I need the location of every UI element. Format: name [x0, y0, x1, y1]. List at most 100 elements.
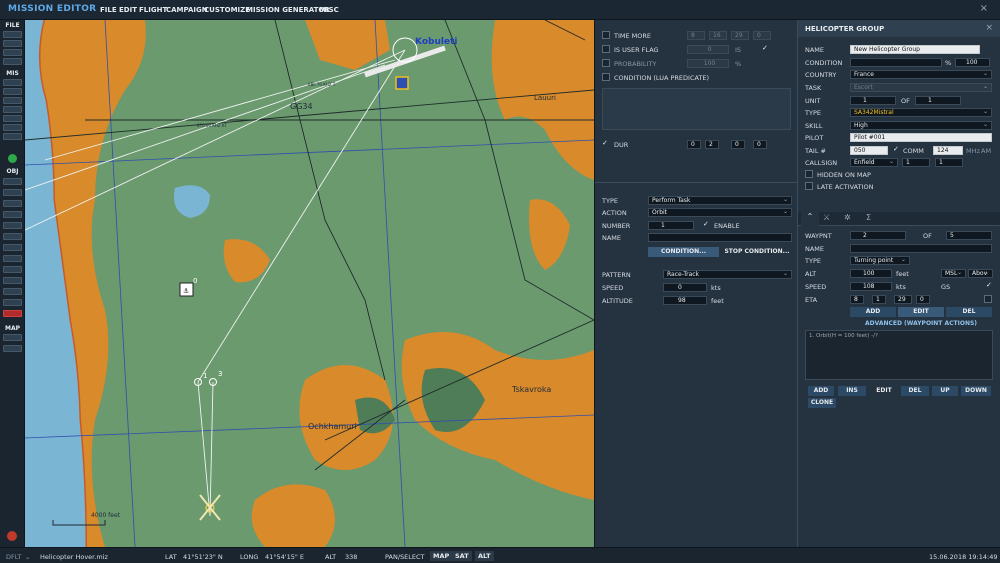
task-speed-stepper[interactable]: 0 — [663, 283, 707, 292]
new-file-button[interactable] — [3, 31, 22, 38]
eta-m[interactable]: 29 — [894, 295, 912, 304]
sat-mode-button[interactable]: SAT — [452, 551, 472, 561]
menu-campaign[interactable]: CAMPAIGN — [166, 6, 208, 14]
menu-edit[interactable]: EDIT — [119, 6, 137, 14]
enable-check-icon[interactable]: ✓ — [703, 220, 709, 228]
condition-lua-checkbox[interactable] — [602, 73, 610, 81]
dur-s[interactable]: 0 — [753, 140, 767, 149]
checkmark-icon[interactable]: ✓ — [762, 44, 768, 52]
dur-h[interactable]: 2 — [705, 140, 719, 149]
comm-input[interactable]: 124 — [933, 146, 963, 155]
menu-misc[interactable]: MISC — [319, 6, 339, 14]
mis-tool-6-button[interactable] — [3, 124, 22, 131]
open-file-button[interactable] — [3, 40, 22, 47]
time-more-checkbox[interactable] — [602, 31, 610, 39]
map-ruler-button[interactable] — [3, 334, 22, 341]
menu-customize[interactable]: CUSTOMIZE — [204, 6, 250, 14]
obj-goals-button[interactable] — [3, 288, 22, 295]
waypoint-name-input[interactable] — [850, 244, 992, 253]
pattern-select[interactable]: Race-Track — [663, 270, 792, 279]
tail-input[interactable]: 050 — [850, 146, 888, 155]
eta-lock-checkbox[interactable] — [984, 295, 992, 303]
waypoint-del-button[interactable]: DEL — [946, 307, 992, 317]
chevron-down-icon[interactable]: ⌄ — [25, 553, 30, 561]
action-add-button[interactable]: ADD — [808, 386, 834, 396]
mis-tool-1-button[interactable] — [3, 79, 22, 86]
unit-type-select[interactable]: SA342Mistral — [850, 108, 992, 117]
mis-tool-7-button[interactable] — [3, 133, 22, 140]
time-more-d[interactable]: 8 — [687, 31, 705, 40]
tab-summary-icon[interactable]: Σ — [866, 213, 871, 222]
waypoint-add-button[interactable]: ADD — [850, 307, 896, 317]
waypoint-select[interactable]: 2 — [850, 231, 906, 240]
eta-h[interactable]: 1 — [872, 295, 886, 304]
mis-tool-2-button[interactable] — [3, 88, 22, 95]
action-clone-button[interactable]: CLONE — [808, 398, 836, 408]
country-select[interactable]: France — [850, 70, 992, 79]
is-user-flag-checkbox[interactable] — [602, 45, 610, 53]
mis-tool-3-button[interactable] — [3, 97, 22, 104]
obj-trigger-zone-button[interactable] — [3, 244, 22, 251]
close-icon[interactable]: × — [980, 3, 988, 14]
alt-mode-select[interactable]: Abov — [968, 269, 993, 278]
alt-ref-select[interactable]: MSL — [941, 269, 966, 278]
action-select[interactable]: Orbit — [648, 208, 792, 217]
callsign-num-2[interactable]: 1 — [935, 158, 963, 167]
save-as-button[interactable] — [3, 58, 22, 65]
eta-s[interactable]: 0 — [916, 295, 930, 304]
record-icon[interactable] — [7, 531, 17, 541]
action-up-button[interactable]: UP — [932, 386, 958, 396]
map-mode-button[interactable]: MAP — [430, 551, 453, 561]
lua-predicate-textarea[interactable] — [602, 88, 791, 130]
callsign-select[interactable]: Enfield — [850, 158, 898, 167]
actions-list[interactable]: 1. Orbit(H = 100 feet) -/? — [805, 330, 993, 380]
obj-airdefense-button[interactable] — [3, 233, 22, 240]
unit-of-stepper[interactable]: 1 — [915, 96, 961, 105]
globe-icon[interactable] — [8, 154, 17, 163]
obj-static-button[interactable] — [3, 222, 22, 229]
probability-checkbox[interactable] — [602, 59, 610, 67]
group-condition-input[interactable] — [850, 58, 942, 67]
action-edit-button[interactable]: EDIT — [870, 386, 898, 396]
task-name-input[interactable] — [648, 233, 792, 242]
obj-briefing-button[interactable] — [3, 277, 22, 284]
advanced-actions-button[interactable]: ADVANCED (WAYPOINT ACTIONS) — [850, 319, 992, 329]
eta-d[interactable]: 8 — [850, 295, 864, 304]
obj-triggers-button[interactable] — [3, 299, 22, 306]
task-type-select[interactable]: Perform Task — [648, 196, 792, 205]
condition-button[interactable]: CONDITION... — [648, 247, 719, 257]
stop-condition-button[interactable]: STOP CONDITION... — [722, 247, 792, 257]
number-stepper[interactable]: 1 — [648, 221, 694, 230]
menu-flight[interactable]: FLIGHT — [139, 6, 167, 14]
task-altitude-stepper[interactable]: 98 — [663, 296, 707, 305]
obj-remove-button[interactable] — [3, 310, 22, 317]
dur-check-icon[interactable]: ✓ — [602, 139, 608, 147]
obj-helicopter-button[interactable] — [3, 189, 22, 196]
dur-d[interactable]: 0 — [687, 140, 701, 149]
action-list-item[interactable]: 1. Orbit(H = 100 feet) -/? — [806, 331, 992, 341]
panel-close-icon[interactable]: × — [985, 23, 993, 33]
tab-route-icon[interactable]: ⌃ — [801, 212, 819, 226]
obj-template-button[interactable] — [3, 266, 22, 273]
alt-mode-button[interactable]: ALT — [475, 551, 494, 561]
group-task-select[interactable]: Escort — [850, 83, 992, 92]
mis-tool-4-button[interactable] — [3, 106, 22, 113]
waypoint-type-select[interactable]: Turning point — [850, 256, 910, 265]
mis-tool-5-button[interactable] — [3, 115, 22, 122]
group-name-input[interactable]: New Helicopter Group — [850, 45, 980, 54]
menu-file[interactable]: FILE — [100, 6, 117, 14]
save-file-button[interactable] — [3, 49, 22, 56]
comm-check-icon[interactable]: ✓ — [893, 145, 899, 153]
tab-payload-icon[interactable]: ⚔ — [823, 213, 830, 222]
map-view[interactable]: ⚓ 0 1 3 Kobuleti GG34 Lauuri Tskavroka O… — [25, 20, 594, 547]
action-ins-button[interactable]: INS — [838, 386, 866, 396]
obj-ship-button[interactable] — [3, 200, 22, 207]
time-more-m[interactable]: 29 — [731, 31, 749, 40]
gs-check-icon[interactable]: ✓ — [986, 281, 992, 289]
unit-stepper[interactable]: 1 — [850, 96, 896, 105]
menu-mission-generator[interactable]: MISSION GENERATOR — [246, 6, 330, 14]
waypoint-speed-stepper[interactable]: 108 — [850, 282, 892, 291]
map-options-button[interactable] — [3, 345, 22, 352]
tab-settings-icon[interactable]: ✲ — [844, 213, 851, 222]
status-dflt[interactable]: DFLT — [6, 553, 21, 561]
